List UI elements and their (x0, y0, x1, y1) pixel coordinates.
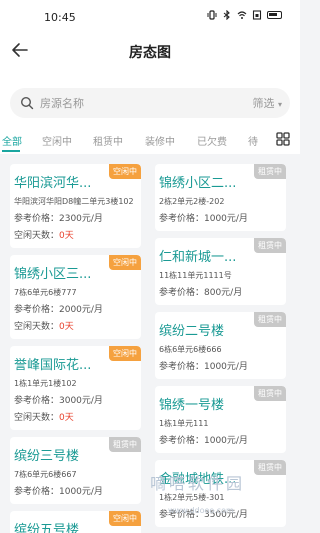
active-tab-indicator (2, 150, 20, 152)
vibrate-icon (207, 10, 217, 20)
property-name: 誉峰国际花... (14, 358, 92, 373)
status-time: 10:45 (44, 11, 76, 24)
tab-renovating[interactable]: 装修中 (145, 133, 175, 148)
reference-price: 参考价格：3000元/月 (14, 396, 103, 406)
vacant-days: 空闲天数：0天 (14, 319, 135, 332)
reference-price: 参考价格：2300元/月 (14, 214, 103, 224)
status-tabs: 全部 空闲中 租赁中 装修中 已欠费 待 (0, 126, 300, 154)
tab-arrears[interactable]: 已欠费 (197, 133, 227, 148)
search-section: 筛选 ▾ (0, 68, 300, 126)
vacant-days-value: 0天 (59, 231, 74, 241)
vacant-days-value: 0天 (59, 413, 74, 423)
status-badge: 空闲中 (109, 511, 141, 526)
status-badge: 租赁中 (254, 312, 286, 327)
sim-icon (252, 10, 262, 20)
page-title: 房态图 (129, 45, 171, 61)
reference-price: 参考价格：1000元/月 (14, 487, 103, 497)
status-badge: 租赁中 (109, 437, 141, 452)
reference-price: 参考价格：2000元/月 (14, 305, 103, 315)
property-address: 7栋6单元6楼667 (14, 470, 77, 479)
reference-price: 参考价格：1000元/月 (159, 362, 248, 372)
vacant-days: 空闲天数：0天 (14, 228, 135, 241)
property-card[interactable]: 租赁中 锦绣一号楼 1栋1单元111 参考价格：1000元/月 (155, 386, 286, 453)
property-card[interactable]: 租赁中 缤纷三号楼 7栋6单元6楼667 参考价格：1000元/月 (10, 437, 141, 504)
property-address: 11栋11单元1111号 (159, 271, 232, 280)
property-name: 锦绣小区二... (159, 176, 237, 191)
tab-all[interactable]: 全部 (2, 133, 22, 148)
chevron-down-icon: ▾ (277, 100, 282, 109)
reference-price: 参考价格：1000元/月 (159, 214, 248, 224)
property-address: 2栋2单元2楼-202 (159, 197, 225, 206)
property-address: 1栋1单元111 (159, 419, 209, 428)
status-bar: 10:45 (0, 0, 300, 34)
vacant-days-label: 空闲天数： (14, 413, 60, 423)
property-card[interactable]: 空闲中 誉峰国际花... 1栋1单元1楼102 参考价格：3000元/月 空闲天… (10, 346, 141, 430)
grid-view-icon[interactable] (276, 132, 290, 146)
property-card[interactable]: 空闲中 锦绣小区三... 7栋6单元6楼777 参考价格：2000元/月 空闲天… (10, 255, 141, 339)
app-header: 房态图 (0, 34, 300, 68)
search-icon (20, 96, 34, 110)
property-name: 锦绣小区三... (14, 267, 92, 282)
vacant-days-value: 0天 (59, 322, 74, 332)
property-card[interactable]: 租赁中 仁和新城一... 11栋11单元1111号 参考价格：800元/月 (155, 238, 286, 305)
vacant-days: 空闲天数：0天 (14, 410, 135, 423)
watermark-url: www.ddooo.com (168, 506, 234, 515)
bluetooth-icon (223, 10, 230, 20)
status-icons (207, 10, 282, 20)
status-badge: 空闲中 (109, 255, 141, 270)
reference-price: 参考价格：1000元/月 (159, 436, 248, 446)
property-address: 6栋6单元6楼666 (159, 345, 222, 354)
property-name: 缤纷二号楼 (159, 324, 225, 339)
reference-price: 参考价格：800元/月 (159, 288, 243, 298)
property-name: 缤纷五号楼 (14, 523, 80, 533)
property-card[interactable]: 租赁中 缤纷二号楼 6栋6单元6楼666 参考价格：1000元/月 (155, 312, 286, 379)
status-badge: 空闲中 (109, 346, 141, 361)
left-column: 空闲中 华阳滨河华... 华阳滨河华阳D8幢二单元3楼102 参考价格：2300… (10, 164, 141, 533)
property-name: 仁和新城一... (159, 250, 237, 265)
status-badge: 租赁中 (254, 238, 286, 253)
tab-pending[interactable]: 待 (248, 133, 258, 148)
search-bar: 筛选 ▾ (10, 88, 290, 118)
status-badge: 空闲中 (109, 164, 141, 179)
battery-icon (267, 11, 282, 19)
property-card[interactable]: 空闲中 华阳滨河华... 华阳滨河华阳D8幢二单元3楼102 参考价格：2300… (10, 164, 141, 248)
property-card[interactable]: 租赁中 锦绣小区二... 2栋2单元2楼-202 参考价格：1000元/月 (155, 164, 286, 231)
property-address: 1栋1单元1楼102 (14, 379, 77, 388)
watermark: 嘀嗒软件园 (150, 474, 246, 493)
status-badge: 租赁中 (254, 386, 286, 401)
filter-label: 筛选 (252, 97, 275, 110)
status-badge: 租赁中 (254, 164, 286, 179)
vacant-days-label: 空闲天数： (14, 322, 60, 332)
property-name: 锦绣一号楼 (159, 398, 225, 413)
tab-renting[interactable]: 租赁中 (93, 133, 123, 148)
search-input[interactable] (40, 93, 210, 113)
filter-button[interactable]: 筛选 ▾ (252, 95, 282, 111)
property-name: 缤纷三号楼 (14, 449, 80, 464)
property-card[interactable]: 空闲中 缤纷五号楼 (10, 511, 141, 533)
vacant-days-label: 空闲天数： (14, 231, 60, 241)
wifi-icon (237, 11, 247, 19)
property-address: 7栋6单元6楼777 (14, 288, 77, 297)
tab-vacant[interactable]: 空闲中 (42, 133, 72, 148)
property-address: 华阳滨河华阳D8幢二单元3楼102 (14, 197, 134, 206)
property-name: 华阳滨河华... (14, 176, 92, 191)
